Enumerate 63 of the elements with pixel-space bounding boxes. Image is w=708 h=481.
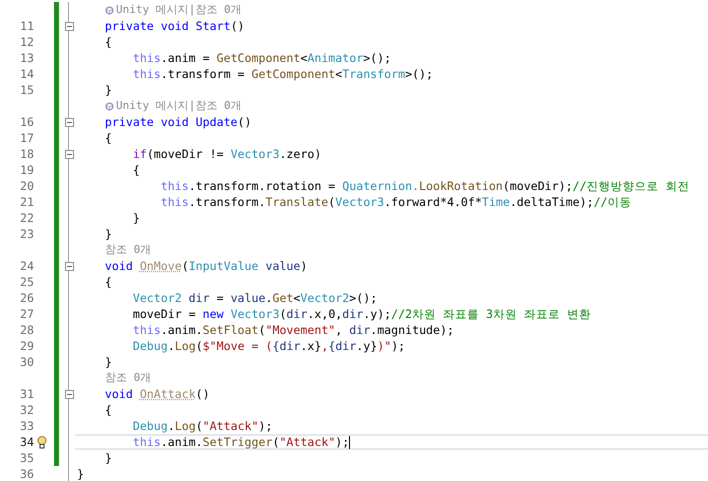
code-line: } [132, 211, 140, 225]
code-line: this.transform = GetComponent<Transform>(); [132, 67, 434, 81]
collapse-icon[interactable] [64, 150, 74, 158]
line-number: 25 [20, 274, 34, 290]
line-number: 17 [20, 130, 34, 146]
line-number: 21 [20, 194, 34, 210]
line-number: 13 [20, 50, 34, 66]
code-line: } [104, 355, 112, 369]
line-number: 33 [20, 418, 34, 434]
collapse-icon[interactable] [64, 262, 74, 270]
code-line: { [104, 403, 112, 417]
line-number: 16 [20, 114, 34, 130]
code-line: { [104, 35, 112, 49]
reference-count-label[interactable]: Unity 메시지|참조 0개 [116, 99, 242, 113]
text-cursor [349, 436, 350, 448]
code-line: } [104, 451, 112, 465]
line-number: 34 [20, 434, 34, 450]
code-line: private void Start() [104, 19, 245, 33]
line-number: 19 [20, 162, 34, 178]
code-line: this.transform.Translate(Vector3.forward*4.0f*Time.deltaTime);//이동 [160, 195, 632, 209]
code-line: this.anim.SetFloat("Movement", dir.magnitude); [132, 323, 454, 337]
line-number: 29 [20, 338, 34, 354]
code-line: } [77, 467, 84, 481]
line-number: 36 [20, 466, 34, 481]
code-line: this.transform.rotation = Quaternion.LookRotation(moveDir);//진행방향으로 회전 [160, 179, 690, 193]
code-line: Debug.Log($"Move = ({dir.x},{dir.y})"); [132, 339, 406, 353]
code-line: void OnMove(InputValue value) [104, 259, 308, 273]
collapse-icon[interactable] [64, 118, 74, 126]
line-number: 23 [20, 226, 34, 242]
line-number: 20 [20, 178, 34, 194]
lightbulb-icon[interactable] [37, 436, 47, 448]
line-number: 24 [20, 258, 34, 274]
line-number: 12 [20, 34, 34, 50]
code-line: void OnAttack() [104, 387, 210, 401]
line-number: 28 [20, 322, 34, 338]
code-line: moveDir = new Vector3(dir.x,0,dir.y);//2차원 좌표를 3차원 좌표로 변환 [132, 307, 591, 321]
line-number: 15 [20, 82, 34, 98]
reference-count-label[interactable]: 참조 0개 [105, 243, 152, 257]
line-number: 27 [20, 306, 34, 322]
code-line: if(moveDir != Vector3.zero) [132, 147, 322, 161]
code-line: { [104, 275, 112, 289]
code-line: { [132, 163, 140, 177]
line-number: 31 [20, 386, 34, 402]
code-line: private void Update() [104, 115, 252, 129]
line-number: 18 [20, 146, 34, 162]
code-line: this.anim = GetComponent<Animator>(); [132, 51, 392, 65]
line-number: 30 [20, 354, 34, 370]
collapse-icon[interactable] [64, 390, 74, 398]
line-number: 22 [20, 210, 34, 226]
reference-count-label[interactable]: 참조 0개 [105, 371, 152, 385]
line-number: 11 [20, 18, 34, 34]
code-line: this.anim.SetTrigger("Attack"); [132, 435, 350, 449]
code-line: } [104, 227, 112, 241]
line-number: 26 [20, 290, 34, 306]
reference-count-label[interactable]: Unity 메시지|참조 0개 [116, 3, 242, 17]
code-line: Vector2 dir = value.Get<Vector2>(); [132, 291, 378, 305]
line-number: 14 [20, 66, 34, 82]
code-line: Debug.Log("Attack"); [132, 419, 272, 433]
collapse-icon[interactable] [64, 22, 74, 30]
line-number: 35 [20, 450, 34, 466]
code-line: { [104, 131, 112, 145]
line-number: 32 [20, 402, 34, 418]
code-line: } [104, 83, 112, 97]
